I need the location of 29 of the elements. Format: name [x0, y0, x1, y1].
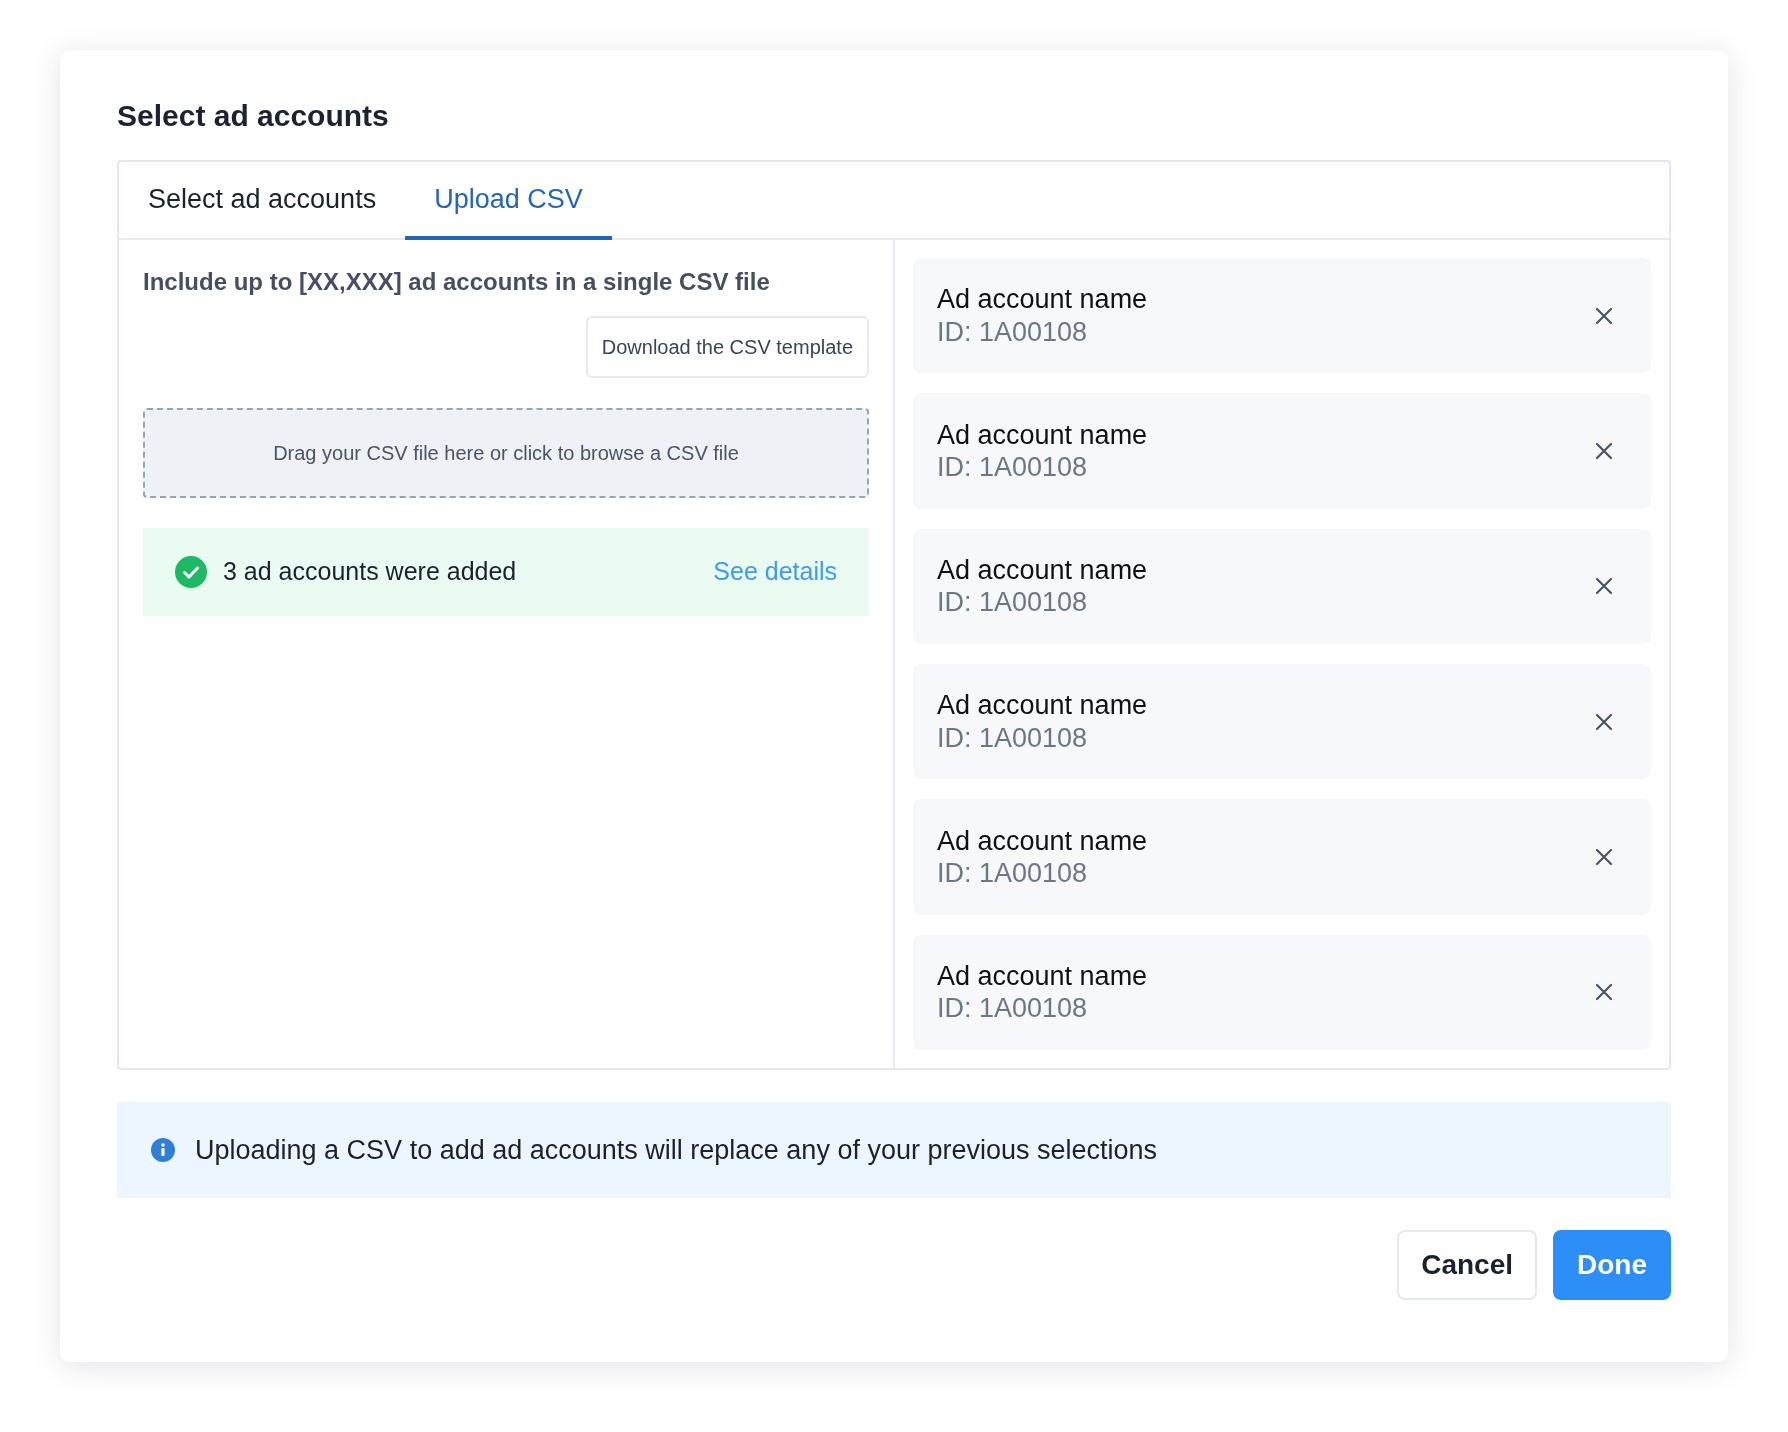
cancel-button[interactable]: Cancel [1397, 1230, 1537, 1300]
close-icon [1595, 983, 1613, 1002]
close-icon [1595, 847, 1613, 866]
success-message: 3 ad accounts were added [223, 556, 518, 588]
tab[interactable]: Upload CSV [405, 162, 612, 240]
account-name: Ad account name [937, 959, 1148, 993]
dialog-title: Select ad accounts [117, 98, 390, 134]
account-id: ID: 1A00108 [937, 992, 1089, 1025]
file-drop-zone[interactable]: Drag your CSV file here or click to browse a CSV file [143, 408, 869, 498]
account-name: Ad account name [937, 824, 1148, 857]
close-icon [1595, 306, 1613, 325]
account-name: Ad account name [937, 283, 1148, 316]
account-id: ID: 1A00108 [937, 451, 1089, 484]
download-template-button[interactable]: Download the CSV template [585, 316, 869, 378]
account-id: ID: 1A00108 [937, 856, 1089, 890]
account-id: ID: 1A00108 [937, 721, 1089, 755]
account-name: Ad account name [937, 689, 1148, 722]
check-icon [175, 556, 207, 588]
instruction-text: Include up to [XX,XXX] ad accounts in a single CSV file [143, 267, 771, 297]
close-icon [1595, 442, 1613, 460]
info-icon [151, 1138, 175, 1162]
account-name: Ad account name [937, 418, 1148, 451]
close-icon [1595, 577, 1613, 596]
info-message: Uploading a CSV to add ad accounts will replace any of your previous selections [195, 1133, 1158, 1167]
tab[interactable]: Select ad accounts [119, 162, 406, 240]
account-id: ID: 1A00108 [937, 586, 1089, 619]
account-name: Ad account name [937, 553, 1148, 587]
account-id: ID: 1A00108 [937, 315, 1089, 349]
close-icon [1595, 712, 1613, 731]
